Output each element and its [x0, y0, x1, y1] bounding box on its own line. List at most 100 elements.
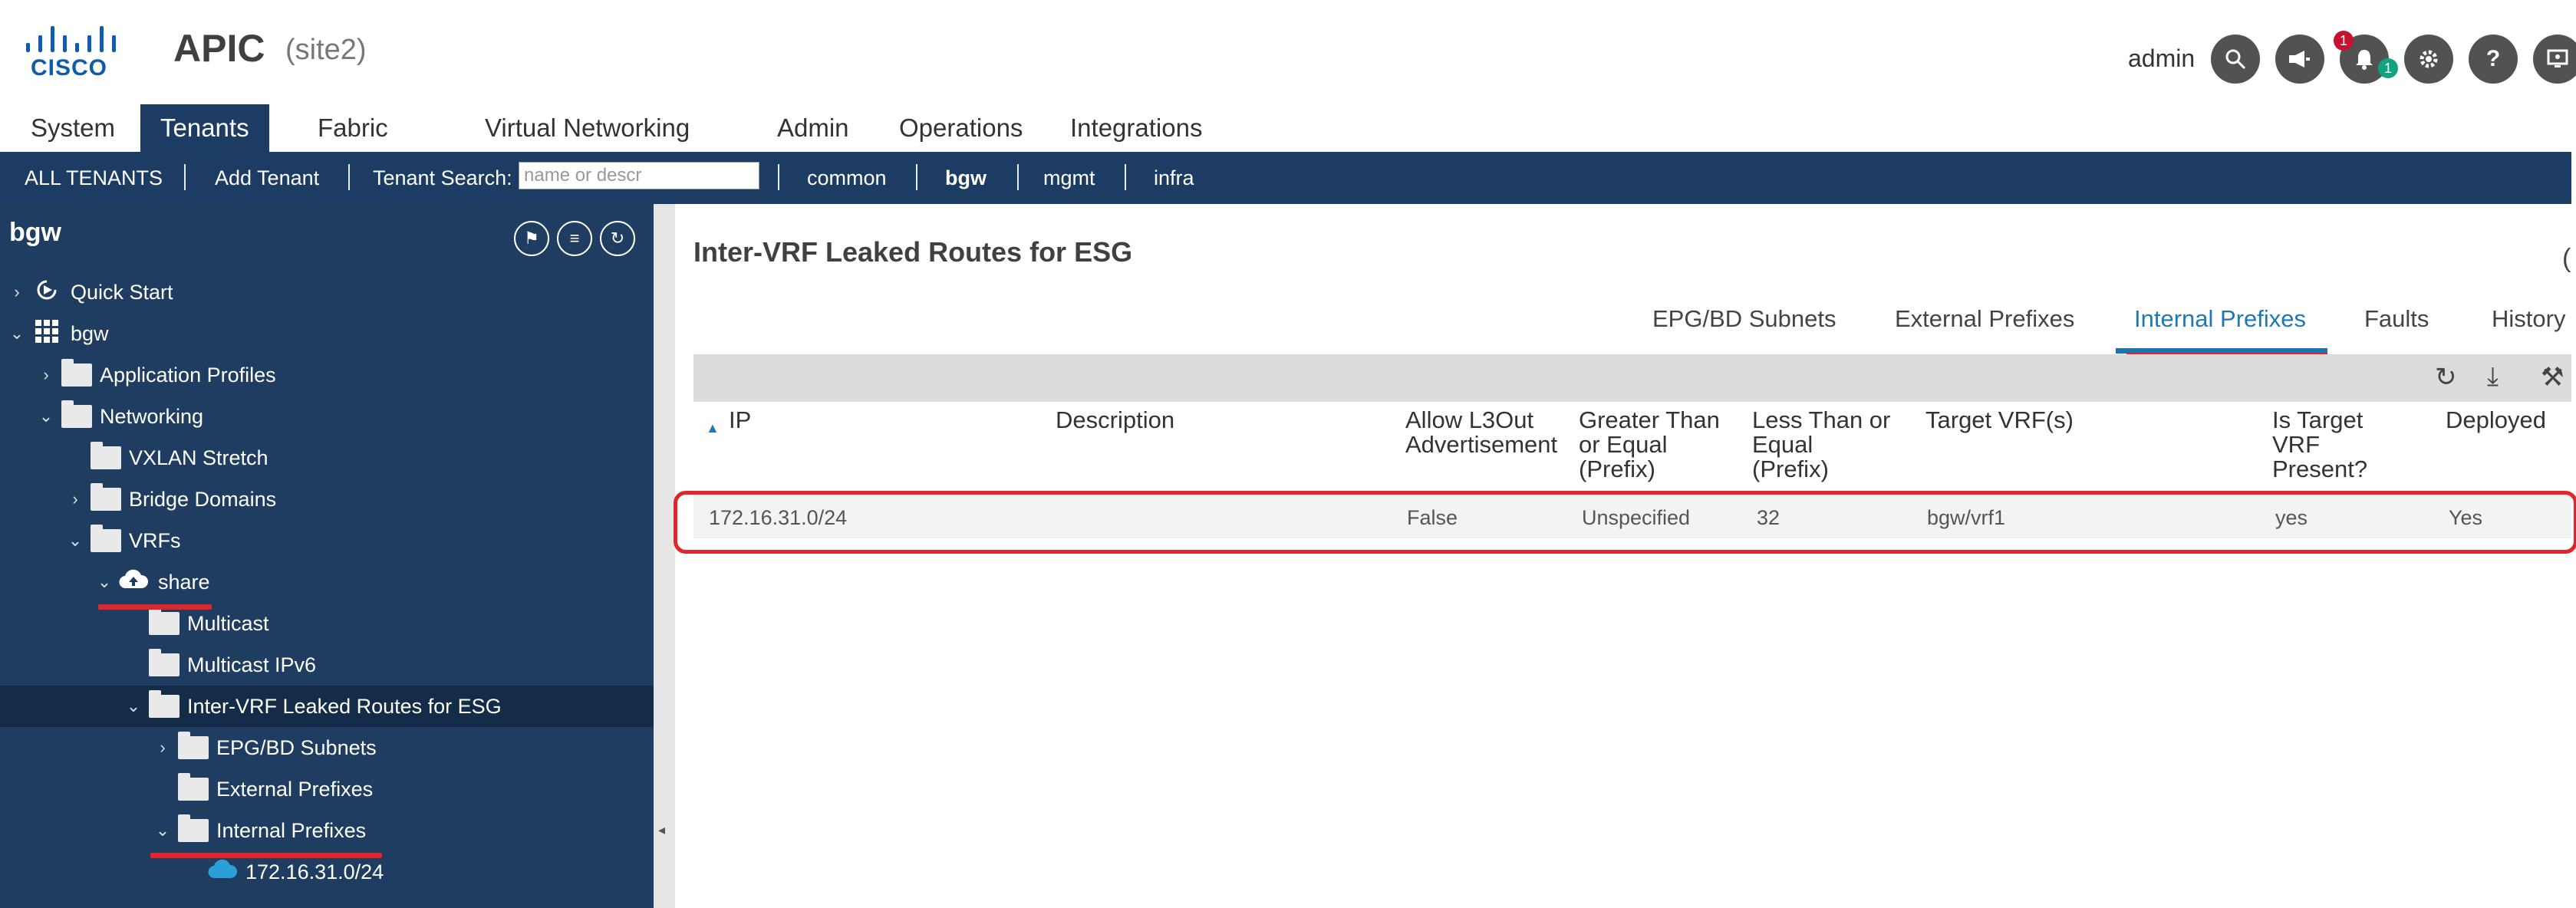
quick-start-icon	[32, 275, 61, 310]
folder-icon	[91, 483, 121, 511]
tree-item-networking[interactable]: ⌄ Networking	[0, 396, 654, 437]
chevron-down-icon[interactable]: ⌄	[126, 696, 141, 716]
tools-icon[interactable]: ⚒	[2541, 362, 2564, 393]
splitter-handle-icon[interactable]: ◂	[658, 822, 665, 838]
chevron-down-icon[interactable]: ⌄	[68, 531, 83, 551]
highlight-underline	[98, 604, 212, 610]
panel-edge-icon[interactable]: (	[2562, 244, 2571, 274]
tab-history[interactable]: History	[2492, 305, 2565, 333]
cloud-upload-icon	[118, 568, 149, 597]
nav-tab-operations[interactable]: Operations	[879, 104, 1043, 152]
help-icon[interactable]: ?	[2469, 35, 2518, 84]
chevron-down-icon[interactable]: ⌄	[9, 324, 25, 344]
tab-internal-prefixes[interactable]: Internal Prefixes	[2134, 305, 2306, 333]
nav-tab-tenants[interactable]: Tenants	[140, 104, 269, 152]
tree-item-label: VXLAN Stretch	[129, 446, 268, 469]
panel-splitter[interactable]: ◂	[654, 204, 675, 908]
tenant-link-bgw[interactable]: bgw	[945, 152, 987, 204]
tab-epg-bd-subnets[interactable]: EPG/BD Subnets	[1652, 305, 1836, 333]
tree-item-application-profiles[interactable]: › Application Profiles	[0, 354, 654, 396]
tenant-link-common[interactable]: common	[807, 152, 887, 204]
column-header-allow-l3out[interactable]: Allow L3Out Advertisement	[1405, 408, 1557, 457]
column-header-less-than[interactable]: Less Than or Equal (Prefix)	[1752, 408, 1890, 482]
tenant-link-mgmt[interactable]: mgmt	[1043, 152, 1095, 204]
all-tenants-link[interactable]: ALL TENANTS	[25, 152, 163, 204]
announcement-icon[interactable]	[2275, 35, 2324, 84]
tree-item-epg-bd-subnets[interactable]: › EPG/BD Subnets	[0, 727, 654, 768]
tenant-search-label: Tenant Search:	[373, 166, 512, 189]
display-icon[interactable]	[2533, 35, 2576, 84]
tree-item-label: Inter-VRF Leaked Routes for ESG	[187, 694, 502, 718]
chevron-right-icon[interactable]: ›	[9, 282, 25, 302]
folder-icon	[91, 442, 121, 469]
tree-item-multicast-ipv6[interactable]: Multicast IPv6	[0, 644, 654, 686]
separator	[778, 164, 779, 190]
tenant-link-infra[interactable]: infra	[1154, 152, 1194, 204]
search-icon[interactable]	[2211, 35, 2260, 84]
cisco-logo: CISCO	[23, 25, 123, 81]
tree-item-internal-prefixes[interactable]: ⌄ Internal Prefixes	[0, 810, 654, 851]
cisco-logo-text: CISCO	[31, 55, 108, 81]
tab-faults[interactable]: Faults	[2364, 305, 2429, 333]
tree-item-quick-start[interactable]: › Quick Start	[0, 271, 654, 313]
refresh-icon[interactable]: ↻	[600, 221, 635, 256]
tree-item-bgw[interactable]: ⌄ bgw	[0, 313, 654, 354]
tab-external-prefixes[interactable]: External Prefixes	[1895, 305, 2074, 333]
column-header-description[interactable]: Description	[1056, 408, 1174, 433]
folder-icon	[178, 773, 209, 801]
tree-item-label: Multicast	[187, 611, 269, 635]
separator	[348, 164, 350, 190]
nav-tab-admin[interactable]: Admin	[757, 104, 869, 152]
nav-tab-integrations[interactable]: Integrations	[1050, 104, 1222, 152]
tenant-search-input[interactable]	[519, 162, 759, 189]
separator	[1017, 164, 1019, 190]
nav-tab-virtual-networking[interactable]: Virtual Networking	[465, 104, 710, 152]
tree-item-share[interactable]: ⌄ share	[0, 561, 654, 603]
column-header-greater-than[interactable]: Greater Than or Equal (Prefix)	[1579, 408, 1720, 482]
nav-tab-fabric[interactable]: Fabric	[298, 104, 408, 152]
highlight-underline	[150, 853, 382, 858]
quick-start-tool-icon[interactable]: ⚑	[514, 221, 549, 256]
chevron-right-icon[interactable]: ›	[68, 489, 83, 509]
user-name[interactable]: admin	[2128, 44, 2195, 73]
tree-item-label: VRFs	[129, 528, 181, 552]
tree-item-vxlan-stretch[interactable]: VXLAN Stretch	[0, 437, 654, 479]
column-header-target-vrfs[interactable]: Target VRF(s)	[1925, 408, 2074, 433]
cloud-icon	[207, 859, 238, 886]
chevron-down-icon[interactable]: ⌄	[38, 406, 54, 426]
refresh-icon[interactable]: ↻	[2435, 362, 2457, 393]
folder-icon	[91, 525, 121, 552]
tree-item-external-prefixes[interactable]: External Prefixes	[0, 768, 654, 810]
tenant-grid-icon	[34, 318, 60, 350]
nav-tab-system[interactable]: System	[11, 104, 135, 152]
chevron-down-icon[interactable]: ⌄	[155, 821, 170, 841]
tree-item-label: Application Profiles	[100, 363, 276, 387]
tree-item-vrfs[interactable]: ⌄ VRFs	[0, 520, 654, 561]
folder-icon	[61, 400, 92, 428]
alert-count-badge: 1	[2378, 58, 2398, 78]
chevron-right-icon[interactable]: ›	[38, 365, 54, 385]
tree-item-bridge-domains[interactable]: › Bridge Domains	[0, 479, 654, 520]
list-filter-icon[interactable]: ≡	[557, 221, 592, 256]
tree-item-label: share	[158, 570, 210, 594]
site-label: (site2)	[285, 34, 367, 66]
chevron-right-icon[interactable]: ›	[155, 738, 170, 758]
chevron-down-icon[interactable]: ⌄	[97, 572, 112, 592]
cisco-logo-bars	[26, 25, 117, 52]
tree-item-label: 172.16.31.0/24	[245, 860, 384, 883]
add-tenant-link[interactable]: Add Tenant	[215, 152, 319, 204]
download-icon[interactable]: ⤓	[2487, 362, 2499, 392]
column-header-target-vrf-present[interactable]: Is Target VRF Present?	[2272, 408, 2367, 482]
folder-icon	[178, 732, 209, 759]
column-header-deployed[interactable]: Deployed	[2446, 408, 2546, 433]
sort-ascending-icon[interactable]: ▲	[706, 416, 720, 440]
tree-item-label: Multicast IPv6	[187, 653, 317, 676]
separator	[184, 164, 186, 190]
separator	[916, 164, 917, 190]
tree-item-inter-vrf-leaked-routes[interactable]: ⌄ Inter-VRF Leaked Routes for ESG	[0, 686, 654, 727]
tree-item-label: Quick Start	[71, 280, 173, 304]
tree-item-label: Networking	[100, 404, 204, 428]
column-header-ip[interactable]: IP	[729, 408, 751, 433]
tree-item-label: External Prefixes	[216, 777, 374, 801]
gear-icon[interactable]	[2404, 35, 2453, 84]
